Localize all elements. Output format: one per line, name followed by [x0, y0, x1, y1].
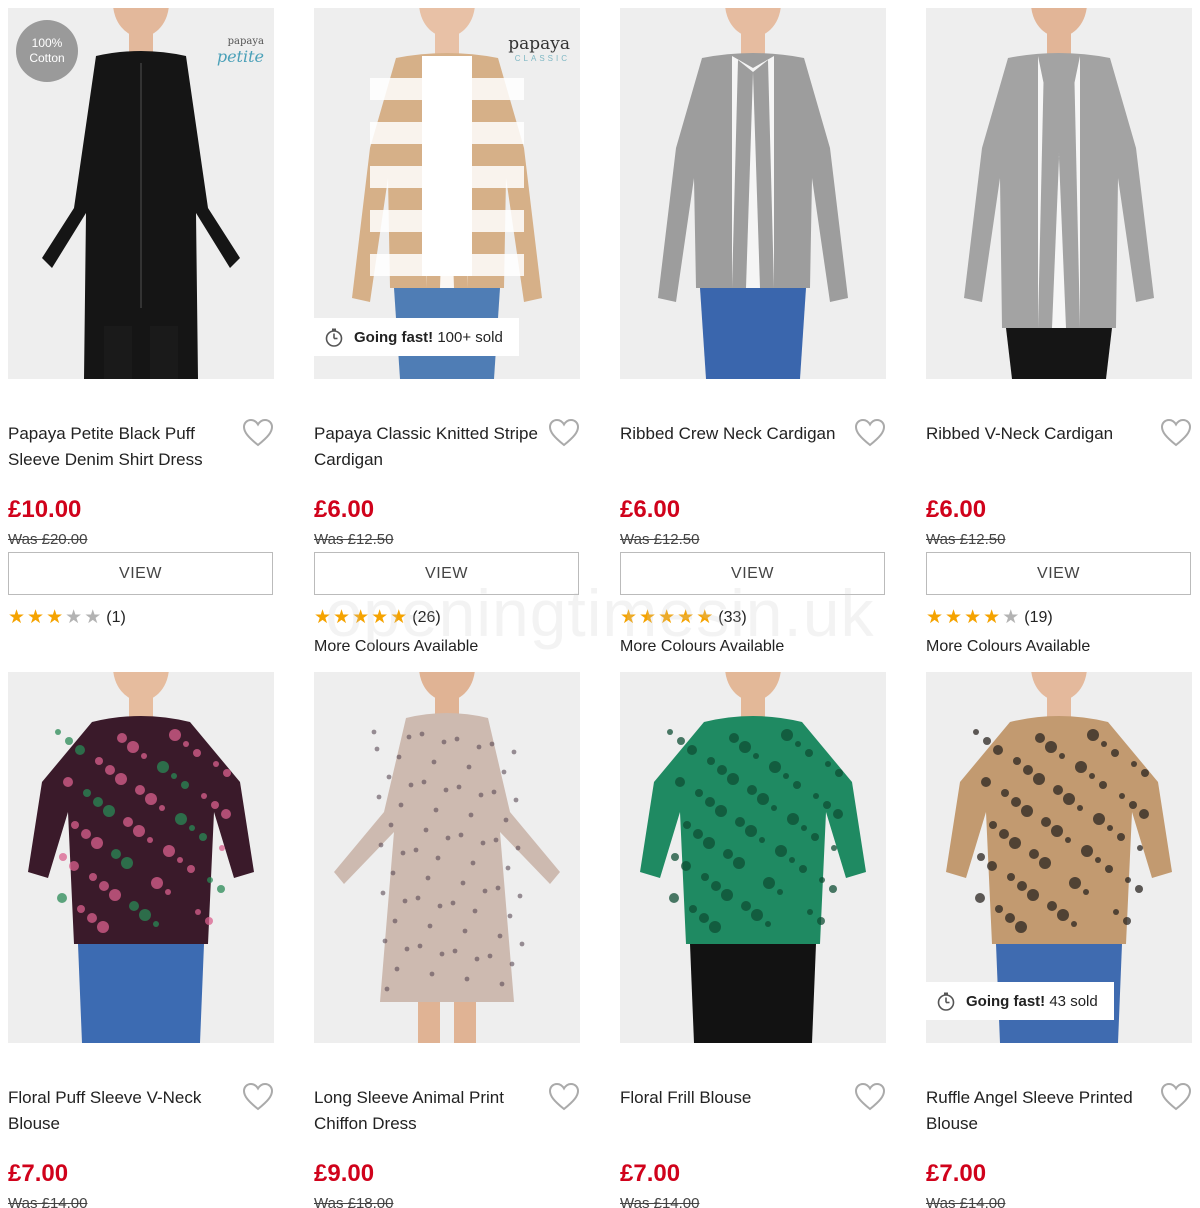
sale-price: £7.00	[926, 1160, 987, 1187]
wishlist-heart-icon[interactable]	[1160, 1082, 1192, 1112]
rating-star-icon: ★	[945, 607, 963, 628]
sale-price: £10.00	[8, 496, 82, 523]
review-count: (1)	[106, 609, 126, 626]
more-colours-text[interactable]: More Colours Available	[926, 638, 1090, 656]
product-rating: ★ ★ ★ ★ ★ (19)	[926, 608, 1053, 628]
rating-star-icon: ★	[983, 607, 1001, 628]
was-price: Was £12.50	[926, 531, 1006, 548]
product-title[interactable]: Floral Frill Blouse	[620, 1085, 845, 1111]
sale-price: £6.00	[926, 496, 987, 523]
stopwatch-icon	[937, 992, 955, 1011]
product-image[interactable]	[620, 672, 886, 1043]
rating-star-icon: ★	[65, 607, 83, 628]
rating-star-icon: ★	[677, 607, 695, 628]
product-title[interactable]: Ruffle Angel Sleeve Printed Blouse	[926, 1085, 1151, 1137]
was-price: Was £14.00	[8, 1195, 88, 1208]
product-image[interactable]	[620, 8, 886, 379]
sale-price: £9.00	[314, 1160, 375, 1187]
rating-star-icon: ★	[1002, 607, 1020, 628]
rating-star-icon: ★	[390, 607, 408, 628]
wishlist-heart-icon[interactable]	[854, 418, 886, 448]
was-price: Was £20.00	[8, 531, 88, 548]
product-image[interactable]	[314, 672, 580, 1043]
product-rating: ★ ★ ★ ★ ★ (26)	[314, 608, 441, 628]
rating-star-icon: ★	[352, 607, 370, 628]
rating-star-icon: ★	[658, 607, 676, 628]
rating-star-icon: ★	[8, 607, 26, 628]
was-price: Was £14.00	[926, 1195, 1006, 1208]
rating-star-icon: ★	[371, 607, 389, 628]
brand-logo: papaya petite	[216, 36, 264, 66]
brand-logo: papaya CLASSIC	[508, 34, 570, 63]
was-price: Was £14.00	[620, 1195, 700, 1208]
product-rating: ★ ★ ★ ★ ★ (33)	[620, 608, 747, 628]
product-title[interactable]: Ribbed Crew Neck Cardigan	[620, 421, 845, 447]
stopwatch-icon	[325, 328, 343, 347]
view-button[interactable]: VIEW	[620, 552, 885, 595]
wishlist-heart-icon[interactable]	[242, 418, 274, 448]
wishlist-heart-icon[interactable]	[548, 1082, 580, 1112]
review-count: (33)	[718, 609, 747, 626]
product-title[interactable]: Papaya Classic Knitted Stripe Cardigan	[314, 421, 539, 473]
sale-price: £6.00	[314, 496, 375, 523]
product-title[interactable]: Long Sleeve Animal Print Chiffon Dress	[314, 1085, 539, 1137]
product-image[interactable]: 100% Cotton papaya petite	[8, 8, 274, 379]
was-price: Was £12.50	[620, 531, 700, 548]
rating-star-icon: ★	[46, 607, 64, 628]
rating-star-icon: ★	[314, 607, 332, 628]
wishlist-heart-icon[interactable]	[1160, 418, 1192, 448]
rating-star-icon: ★	[696, 607, 714, 628]
more-colours-text[interactable]: More Colours Available	[620, 638, 784, 656]
product-image[interactable]	[8, 672, 274, 1043]
product-image[interactable]: Going fast! 43 sold	[926, 672, 1192, 1043]
product-rating: ★ ★ ★ ★ ★ (1)	[8, 608, 126, 628]
product-title[interactable]: Papaya Petite Black Puff Sleeve Denim Sh…	[8, 421, 233, 473]
going-fast-badge: Going fast! 100+ sold	[314, 318, 519, 356]
view-button[interactable]: VIEW	[314, 552, 579, 595]
rating-star-icon: ★	[639, 607, 657, 628]
wishlist-heart-icon[interactable]	[854, 1082, 886, 1112]
cotton-badge: 100% Cotton	[16, 20, 78, 82]
view-button[interactable]: VIEW	[926, 552, 1191, 595]
wishlist-heart-icon[interactable]	[242, 1082, 274, 1112]
product-title[interactable]: Floral Puff Sleeve V-Neck Blouse	[8, 1085, 233, 1137]
was-price: Was £12.50	[314, 531, 394, 548]
rating-star-icon: ★	[84, 607, 102, 628]
going-fast-label: Going fast!	[966, 992, 1046, 1010]
review-count: (19)	[1024, 609, 1053, 626]
going-fast-label: Going fast!	[354, 328, 434, 346]
sale-price: £7.00	[8, 1160, 69, 1187]
rating-star-icon: ★	[964, 607, 982, 628]
sale-price: £7.00	[620, 1160, 681, 1187]
rating-star-icon: ★	[333, 607, 351, 628]
product-image[interactable]	[926, 8, 1192, 379]
sale-price: £6.00	[620, 496, 681, 523]
product-title[interactable]: Ribbed V-Neck Cardigan	[926, 421, 1151, 447]
going-fast-detail: 43 sold	[1049, 992, 1098, 1010]
wishlist-heart-icon[interactable]	[548, 418, 580, 448]
rating-star-icon: ★	[27, 607, 45, 628]
rating-star-icon: ★	[620, 607, 638, 628]
view-button[interactable]: VIEW	[8, 552, 273, 595]
going-fast-detail: 100+ sold	[437, 328, 503, 346]
rating-star-icon: ★	[926, 607, 944, 628]
going-fast-badge: Going fast! 43 sold	[926, 982, 1114, 1020]
more-colours-text[interactable]: More Colours Available	[314, 638, 478, 656]
was-price: Was £18.00	[314, 1195, 394, 1208]
product-image[interactable]: papaya CLASSIC Going fast! 100+ sold	[314, 8, 580, 379]
review-count: (26)	[412, 609, 441, 626]
